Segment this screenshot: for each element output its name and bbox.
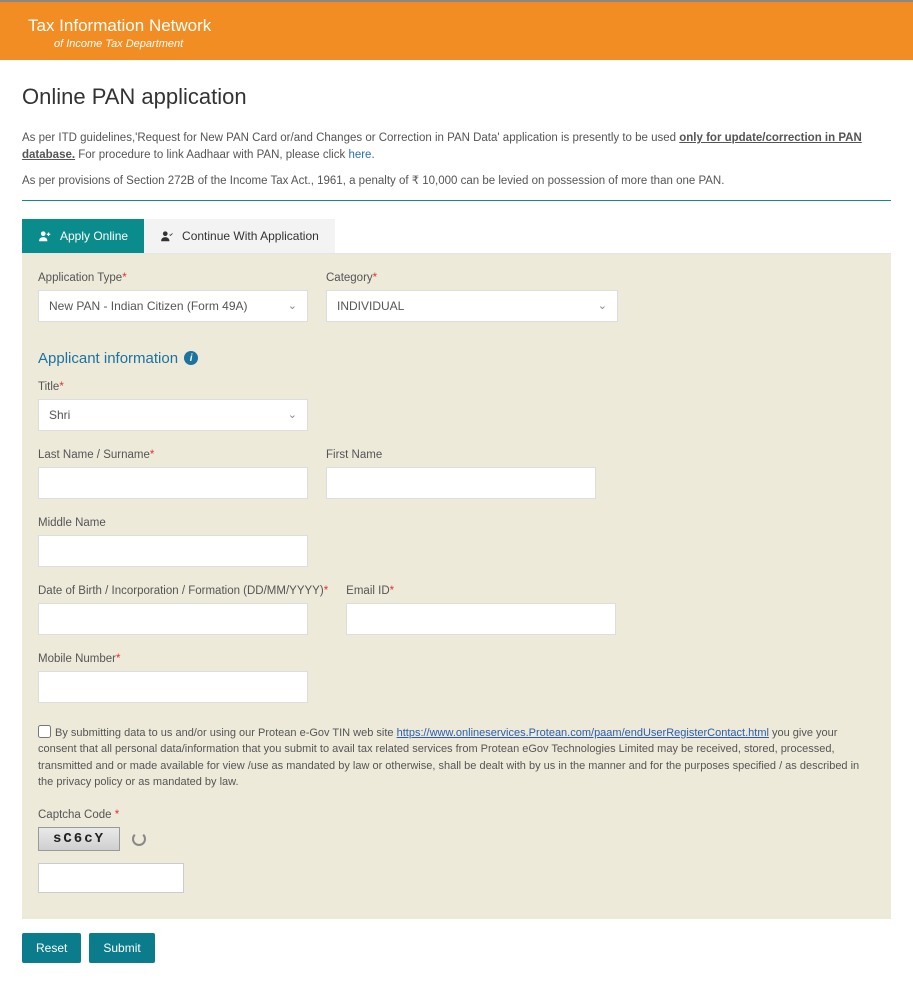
- tabs: Apply Online Continue With Application: [22, 219, 891, 254]
- captcha-image: sC6cY: [38, 827, 120, 851]
- header-title: Tax Information Network: [28, 16, 885, 36]
- category-select[interactable]: INDIVIDUAL ⌄: [326, 290, 618, 322]
- site-header: Tax Information Network of Income Tax De…: [0, 2, 913, 60]
- email-label: Email ID*: [346, 585, 616, 597]
- reset-button[interactable]: Reset: [22, 933, 81, 963]
- user-plus-icon: [38, 229, 52, 243]
- first-name-input[interactable]: [326, 467, 596, 499]
- consent-block: By submitting data to us and/or using ou…: [38, 723, 875, 791]
- first-name-label: First Name: [326, 449, 596, 461]
- guideline-1: As per ITD guidelines,'Request for New P…: [22, 130, 891, 165]
- tab-apply-online[interactable]: Apply Online: [22, 219, 144, 253]
- user-check-icon: [160, 229, 174, 243]
- title-label: Title*: [38, 381, 308, 393]
- submit-button[interactable]: Submit: [89, 933, 154, 963]
- form-panel: Application Type* New PAN - Indian Citiz…: [22, 254, 891, 919]
- last-name-input[interactable]: [38, 467, 308, 499]
- applicant-info-heading: Applicant information i: [38, 350, 875, 367]
- mobile-input[interactable]: [38, 671, 308, 703]
- chevron-down-icon: ⌄: [288, 408, 297, 421]
- consent-link[interactable]: https://www.onlineservices.Protean.com/p…: [397, 727, 769, 739]
- chevron-down-icon: ⌄: [598, 299, 607, 312]
- title-select[interactable]: Shri ⌄: [38, 399, 308, 431]
- page-title: Online PAN application: [22, 84, 891, 110]
- captcha-label: Captcha Code *: [38, 809, 119, 821]
- chevron-down-icon: ⌄: [288, 299, 297, 312]
- dob-input[interactable]: [38, 603, 308, 635]
- application-type-label: Application Type*: [38, 272, 308, 284]
- captcha-input[interactable]: [38, 863, 184, 893]
- application-type-select[interactable]: New PAN - Indian Citizen (Form 49A) ⌄: [38, 290, 308, 322]
- middle-name-label: Middle Name: [38, 517, 308, 529]
- consent-checkbox[interactable]: [38, 725, 51, 738]
- email-input[interactable]: [346, 603, 616, 635]
- divider: [22, 200, 891, 201]
- last-name-label: Last Name / Surname*: [38, 449, 308, 461]
- dob-label: Date of Birth / Incorporation / Formatio…: [38, 585, 328, 597]
- refresh-captcha-icon[interactable]: [132, 832, 146, 846]
- tab-continue-application[interactable]: Continue With Application: [144, 219, 335, 253]
- info-icon[interactable]: i: [184, 351, 198, 365]
- middle-name-input[interactable]: [38, 535, 308, 567]
- guideline-2: As per provisions of Section 272B of the…: [22, 173, 891, 190]
- aadhaar-link[interactable]: here: [348, 149, 371, 161]
- header-subtitle: of Income Tax Department: [54, 38, 885, 50]
- mobile-label: Mobile Number*: [38, 653, 308, 665]
- category-label: Category*: [326, 272, 618, 284]
